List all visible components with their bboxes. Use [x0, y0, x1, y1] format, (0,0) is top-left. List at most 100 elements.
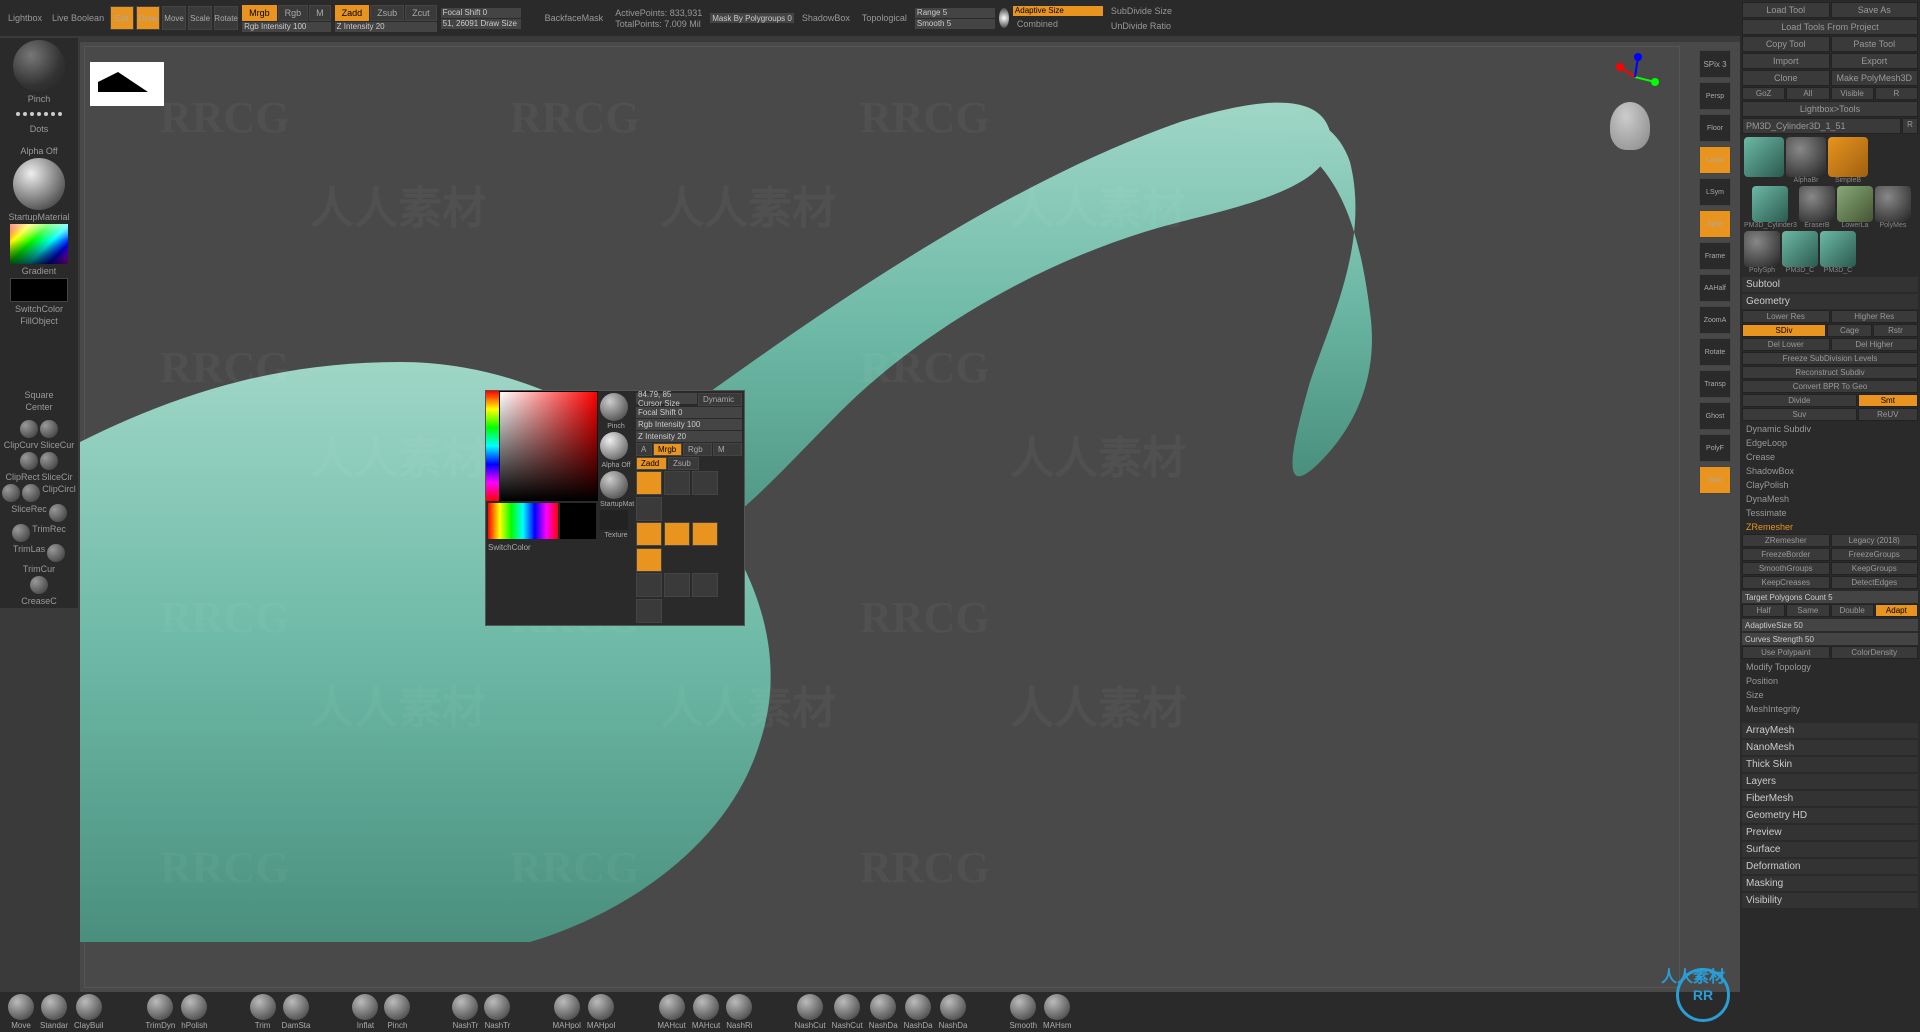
keep-groups-button[interactable]: KeepGroups [1831, 562, 1919, 575]
popup-a-button[interactable]: A [636, 443, 652, 456]
freeze-groups-button[interactable]: FreezeGroups [1831, 548, 1919, 561]
shelf-polyf[interactable]: PolyF [1699, 434, 1731, 462]
popup-m-button[interactable]: M [713, 443, 742, 456]
m-button[interactable]: M [309, 5, 331, 21]
section-edgeloop[interactable]: EdgeLoop [1742, 436, 1918, 450]
target-poly-slider[interactable]: Target Polygons Count 5 [1742, 591, 1918, 603]
tool-icon[interactable] [1828, 137, 1868, 177]
brush-item[interactable]: NashDa [939, 994, 968, 1030]
clip-icon[interactable] [40, 420, 58, 438]
tool-icon[interactable] [1799, 186, 1835, 222]
zadd-button[interactable]: Zadd [335, 5, 370, 21]
secondary-swatch[interactable] [560, 503, 596, 539]
rgb-button[interactable]: Rgb [278, 5, 309, 21]
draw-button[interactable]: Draw [136, 6, 160, 30]
brush-item[interactable]: Inflat [352, 994, 378, 1030]
adaptive-size-slider[interactable]: AdaptiveSize 50 [1742, 619, 1918, 631]
goz-all-button[interactable]: All [1786, 87, 1829, 100]
suv-button[interactable]: Suv [1742, 408, 1857, 421]
draw-size-slider[interactable]: 51, 26091 Draw Size [441, 19, 521, 29]
rgb-intensity-slider[interactable]: Rgb Intensity 100 [242, 22, 331, 32]
shelf-solo[interactable]: Solo [1699, 466, 1731, 494]
range-slider[interactable]: Range 5 [915, 8, 995, 18]
brush-item[interactable]: MAHsm [1043, 994, 1071, 1030]
brush-item[interactable]: Smooth [1009, 994, 1037, 1030]
shelf-zooma[interactable]: ZoomA [1699, 306, 1731, 334]
popup-sculptris-icon[interactable] [692, 522, 718, 546]
del-lower-button[interactable]: Del Lower [1742, 338, 1830, 351]
load-project-button[interactable]: Load Tools From Project [1742, 19, 1918, 35]
shelf-spix[interactable]: SPix 3 [1699, 50, 1731, 78]
secondary-color[interactable] [10, 278, 68, 302]
rotate-button[interactable]: Rotate [214, 6, 238, 30]
brush-sphere[interactable] [13, 40, 65, 92]
tool-icon[interactable] [1744, 137, 1784, 177]
hue-bar[interactable] [486, 391, 499, 501]
fill-object-label[interactable]: FillObject [20, 316, 58, 326]
brush-item[interactable]: TrimDyn [145, 994, 175, 1030]
section-deformation[interactable]: Deformation [1742, 859, 1918, 874]
section-modify-topology[interactable]: Modify Topology [1742, 660, 1918, 674]
clip-label[interactable]: ClipCurv [4, 440, 39, 450]
clip-icon[interactable] [2, 484, 20, 502]
same-button[interactable]: Same [1786, 604, 1829, 617]
section-position[interactable]: Position [1742, 674, 1918, 688]
brush-item[interactable]: ClayBuil [74, 994, 103, 1030]
nav-head-icon[interactable] [1610, 102, 1650, 150]
brush-item[interactable]: NashTr [452, 994, 478, 1030]
section-fibermesh[interactable]: FiberMesh [1742, 791, 1918, 806]
adapt-button[interactable]: Adapt [1875, 604, 1918, 617]
section-size[interactable]: Size [1742, 688, 1918, 702]
section-dynamesh[interactable]: DynaMesh [1742, 492, 1918, 506]
brush-item[interactable]: NashRi [726, 994, 752, 1030]
clip-icon[interactable] [20, 452, 38, 470]
popup-brush-sphere[interactable] [600, 393, 628, 421]
brush-item[interactable]: NashDa [869, 994, 898, 1030]
clip-icon[interactable] [40, 452, 58, 470]
mrgb-button[interactable]: Mrgb [242, 5, 277, 21]
clip-icon[interactable] [30, 576, 48, 594]
goz-r-button[interactable]: R [1875, 87, 1918, 100]
section-shadowbox[interactable]: ShadowBox [1742, 464, 1918, 478]
rstr-button[interactable]: Rstr [1873, 324, 1918, 337]
clip-label[interactable]: SliceCir [42, 472, 73, 482]
color-swatch[interactable] [10, 224, 68, 264]
live-boolean-button[interactable]: Live Boolean [48, 11, 108, 25]
square-label[interactable]: Square [24, 390, 53, 400]
clip-icon[interactable] [12, 524, 30, 542]
popup-draw-icon[interactable] [636, 471, 662, 495]
zremesher-button[interactable]: ZRemesher [1742, 534, 1830, 547]
copy-tool-button[interactable]: Copy Tool [1742, 36, 1830, 52]
del-higher-button[interactable]: Del Higher [1831, 338, 1919, 351]
shelf-ghost[interactable]: Ghost [1699, 402, 1731, 430]
section-tessimate[interactable]: Tessimate [1742, 506, 1918, 520]
popup-local-icon[interactable] [692, 573, 718, 597]
section-surface[interactable]: Surface [1742, 842, 1918, 857]
clone-button[interactable]: Clone [1742, 70, 1830, 86]
brush-item[interactable]: NashDa [904, 994, 933, 1030]
hue-strip[interactable] [488, 503, 558, 539]
brush-item[interactable]: MAHcut [657, 994, 685, 1030]
clip-label[interactable]: SliceRec [11, 504, 47, 522]
smooth-slider[interactable]: Smooth 5 [915, 19, 995, 29]
freeze-subdiv-button[interactable]: Freeze SubDivision Levels [1742, 352, 1918, 365]
section-visibility[interactable]: Visibility [1742, 893, 1918, 908]
popup-sym-icon[interactable] [636, 548, 662, 572]
section-layers[interactable]: Layers [1742, 774, 1918, 789]
cage-button[interactable]: Cage [1827, 324, 1872, 337]
section-nanomesh[interactable]: NanoMesh [1742, 740, 1918, 755]
focal-shift-slider[interactable]: Focal Shift 0 [441, 8, 521, 18]
lazy-mouse-icon[interactable] [999, 8, 1009, 28]
sdiv-slider[interactable]: SDiv [1742, 324, 1826, 337]
z-intensity-slider[interactable]: Z Intensity 20 [335, 22, 437, 32]
keep-creases-button[interactable]: KeepCreases [1742, 576, 1830, 589]
shelf-rotate[interactable]: Rotate [1699, 338, 1731, 366]
axis-gizmo[interactable] [1610, 52, 1660, 102]
topological-button[interactable]: Topological [858, 11, 911, 25]
curves-strength-slider[interactable]: Curves Strength 50 [1742, 633, 1918, 645]
section-claypolish[interactable]: ClayPolish [1742, 478, 1918, 492]
brush-item[interactable]: Move [8, 994, 34, 1030]
tool-icon[interactable] [1752, 186, 1788, 222]
popup-move-icon[interactable] [664, 471, 690, 495]
popup-zsub-button[interactable]: Zsub [668, 457, 699, 470]
